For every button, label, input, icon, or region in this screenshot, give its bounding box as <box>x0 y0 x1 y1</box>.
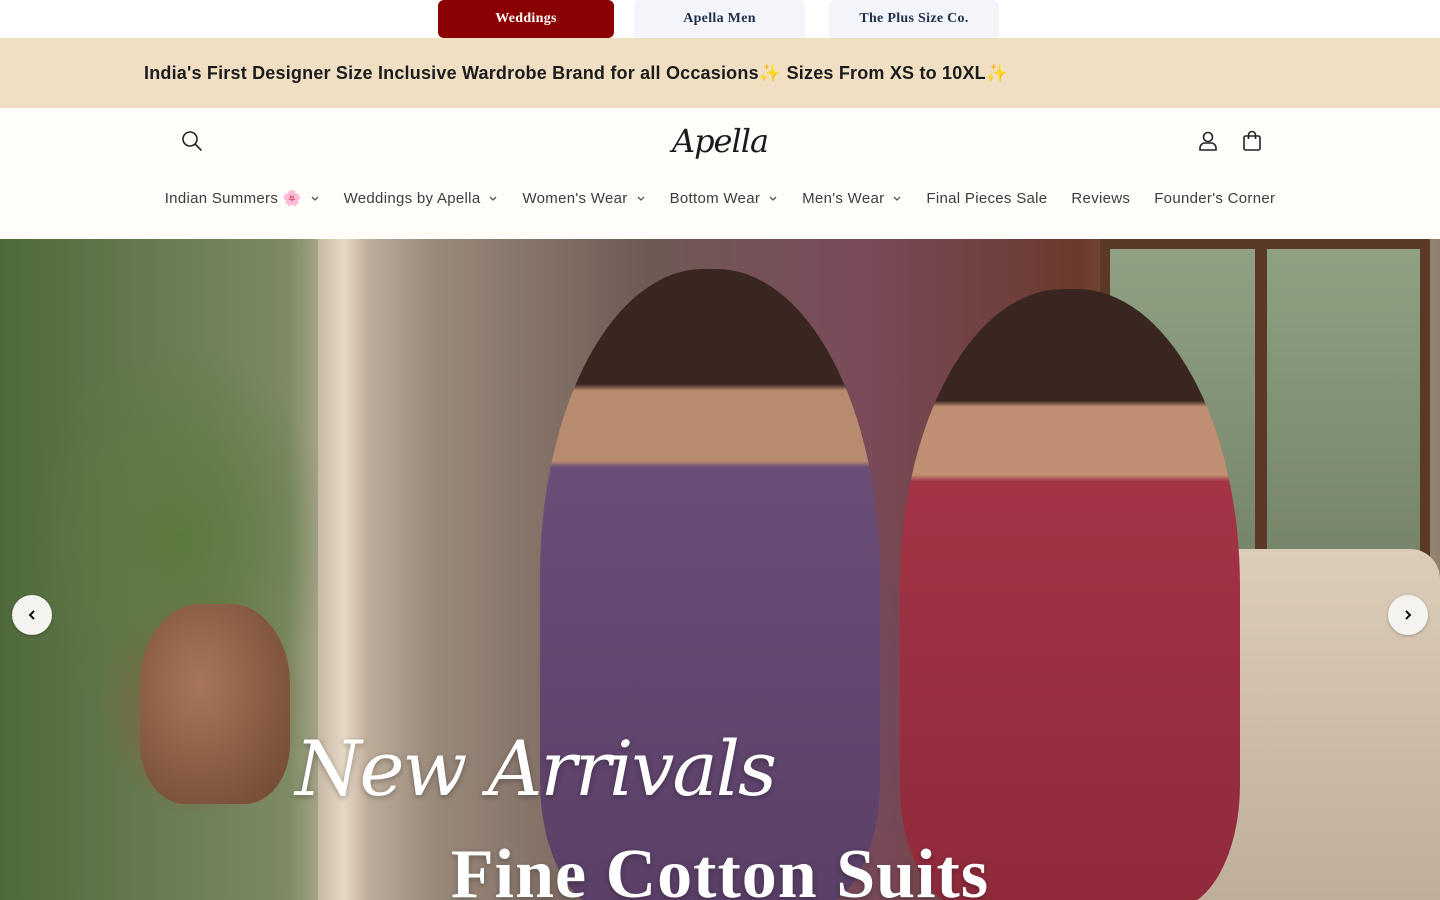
nav-item-indian-summers[interactable]: Indian Summers 🌸 <box>153 189 332 207</box>
store-tab-plus-size[interactable]: The Plus Size Co. <box>829 0 999 38</box>
chevron-down-icon <box>893 196 901 201</box>
nav-item-label: Weddings by Apella <box>343 189 481 207</box>
nav-item-label: Men's Wear <box>802 189 885 207</box>
slide-next-button[interactable] <box>1388 595 1428 635</box>
hero-title: Fine Cotton Suits <box>450 836 990 900</box>
nav-item-womens-wear[interactable]: Women's Wear <box>510 190 657 207</box>
hero-slideshow[interactable]: New Arrivals Fine Cotton Suits <box>0 239 1440 900</box>
logo[interactable]: Apella <box>660 118 780 164</box>
store-switcher: Weddings Apella Men The Plus Size Co. <box>0 0 1440 38</box>
store-tab-apella-men[interactable]: Apella Men <box>634 0 805 38</box>
main-nav: Indian Summers 🌸 Weddings by Apella Wome… <box>0 186 1440 210</box>
announcement-text: India's First Designer Size Inclusive Wa… <box>144 62 1009 83</box>
nav-item-label: Women's Wear <box>522 189 628 207</box>
site-header: Apella Indian Summers 🌸 Weddings by Apel… <box>0 108 1440 239</box>
hero-script-text: New Arrivals <box>294 724 777 813</box>
nav-item-weddings-by-apella[interactable]: Weddings by Apella <box>332 190 511 207</box>
nav-item-label: Final Pieces Sale <box>926 189 1048 207</box>
chevron-right-icon <box>1405 610 1412 620</box>
user-icon[interactable] <box>1193 126 1223 156</box>
chevron-left-icon <box>28 610 35 620</box>
nav-item-label: Reviews <box>1071 189 1131 207</box>
logo-text: Apella <box>671 122 769 160</box>
chevron-down-icon <box>637 196 645 201</box>
chevron-down-icon <box>311 196 319 201</box>
chevron-down-icon <box>769 196 777 201</box>
nav-item-label: Indian Summers 🌸 <box>164 190 302 207</box>
nav-item-reviews[interactable]: Reviews <box>1059 190 1142 207</box>
nav-item-final-pieces-sale[interactable]: Final Pieces Sale <box>914 190 1059 207</box>
nav-item-bottom-wear[interactable]: Bottom Wear <box>658 190 791 207</box>
nav-item-mens-wear[interactable]: Men's Wear <box>790 190 914 207</box>
nav-item-label: Bottom Wear <box>669 189 761 207</box>
announcement-bar: India's First Designer Size Inclusive Wa… <box>0 38 1440 108</box>
nav-item-founders-corner[interactable]: Founder's Corner <box>1142 190 1287 207</box>
store-tab-weddings[interactable]: Weddings <box>438 0 614 38</box>
chevron-down-icon <box>490 196 497 201</box>
bag-icon[interactable] <box>1237 126 1267 156</box>
search-icon[interactable] <box>177 126 207 156</box>
nav-item-label: Founder's Corner <box>1154 189 1276 207</box>
slide-prev-button[interactable] <box>12 595 52 635</box>
